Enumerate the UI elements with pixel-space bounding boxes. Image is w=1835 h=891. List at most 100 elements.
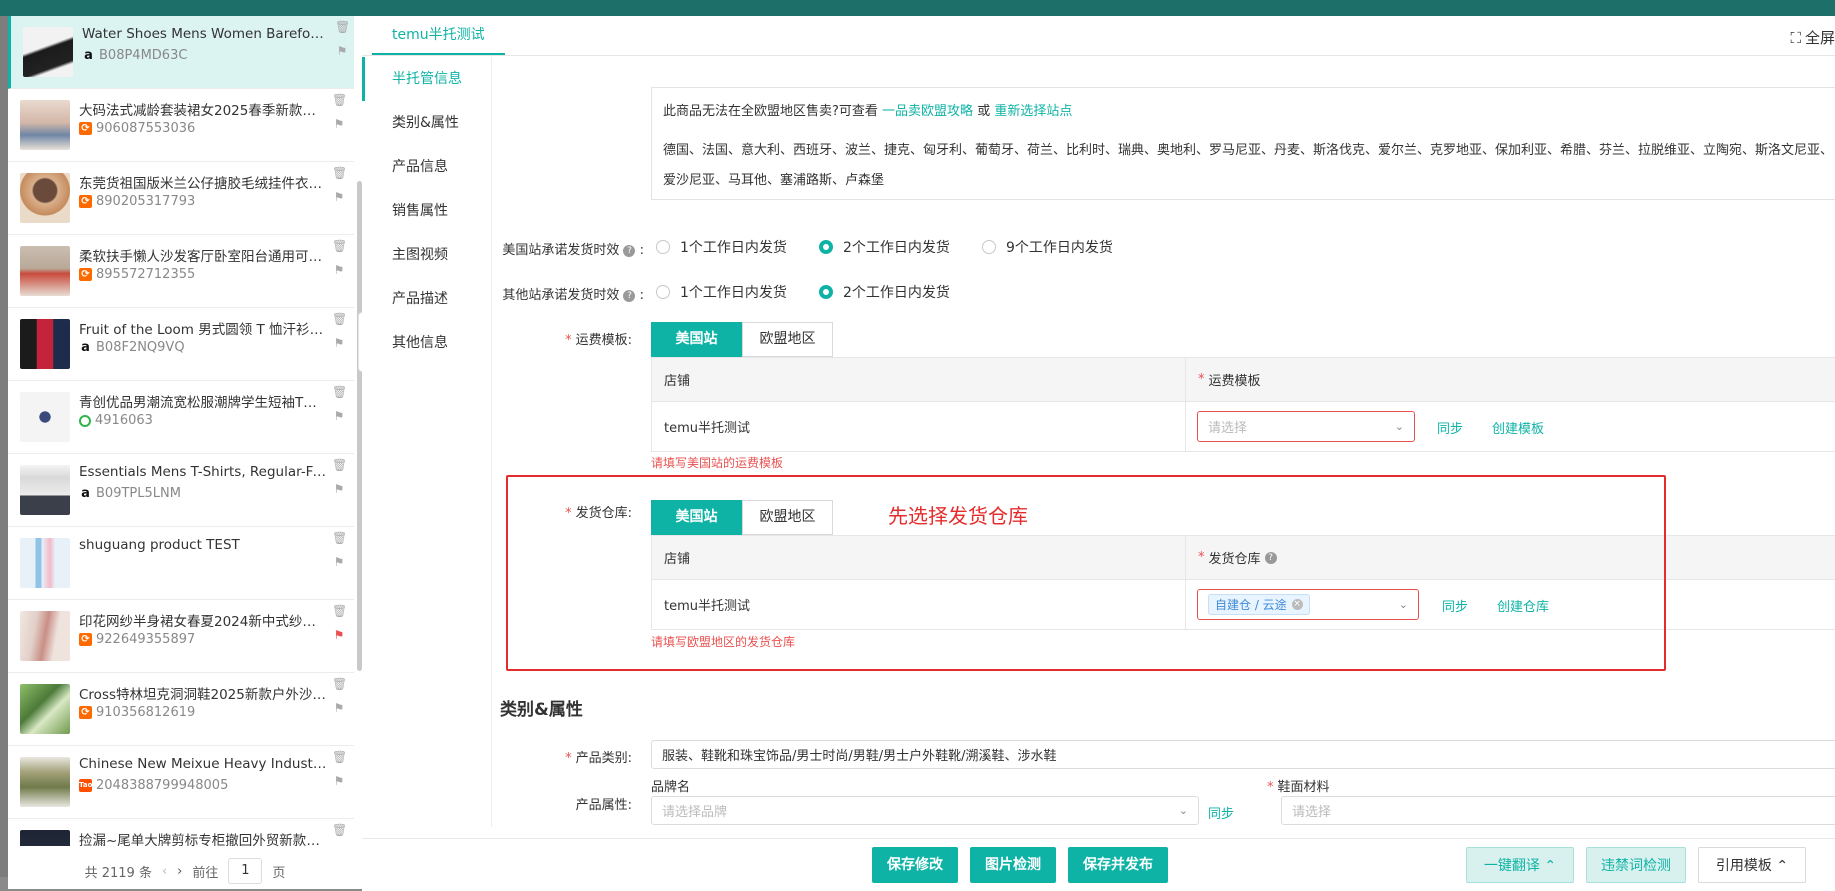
flag-icon[interactable]: ⚑	[332, 774, 346, 788]
flag-icon[interactable]: ⚑	[335, 44, 349, 58]
chevron-up-icon: ⌃	[1544, 858, 1557, 874]
flag-icon[interactable]: ⚑	[332, 555, 346, 569]
nav-item-other[interactable]: 其他信息	[362, 321, 492, 365]
product-thumbnail	[20, 757, 70, 807]
product-list-item[interactable]: 捡漏~尾单大牌剪标专柜撤回外贸新款韩版... 🗑	[8, 819, 354, 846]
category-input[interactable]: 服装、鞋靴和珠宝饰品/男士时尚/男鞋/男士户外鞋靴/溯溪鞋、涉水鞋	[651, 740, 1835, 769]
delete-icon[interactable]: 🗑	[332, 531, 347, 545]
prev-page-icon[interactable]: ‹	[162, 864, 167, 879]
tab-bar: temu半托测试 ⛶ 全屏	[362, 16, 1835, 56]
delete-icon[interactable]: 🗑	[335, 20, 350, 34]
product-title: 印花网纱半身裙女春夏2024新中式纱裙...	[79, 614, 327, 630]
option-label: 1个工作日内发货	[680, 285, 787, 301]
freight-sync-link[interactable]: 同步	[1437, 418, 1463, 437]
form-content: 此商品无法在全欧盟地区售卖?可查看 一品卖欧盟攻略 或 重新选择站点 德国、法国…	[492, 57, 1835, 847]
delete-icon[interactable]: 🗑	[332, 604, 347, 618]
us-ship-option-2[interactable]: 2个工作日内发货	[819, 237, 950, 257]
freight-template-select[interactable]: 请选择 ⌄	[1197, 411, 1415, 442]
other-ship-option-2[interactable]: 2个工作日内发货	[819, 282, 950, 302]
next-page-icon[interactable]: ›	[177, 864, 182, 879]
goto-label: 前往	[192, 865, 219, 881]
select-placeholder: 请选择	[1208, 421, 1248, 436]
banned-word-button[interactable]: 违禁词检测	[1586, 847, 1686, 883]
material-select[interactable]: 请选择	[1281, 796, 1835, 825]
product-list-item[interactable]: 东莞货祖国版米兰公仔搪胶毛绒挂件衣服... ⟳ 890205317793 🗑 ⚑	[8, 162, 354, 235]
tab-temu[interactable]: temu半托测试	[372, 16, 505, 55]
reselect-site-link[interactable]: 重新选择站点	[994, 104, 1072, 119]
brand-sync-link[interactable]: 同步	[1208, 803, 1234, 822]
delete-icon[interactable]: 🗑	[332, 750, 347, 764]
amazon-icon: a	[81, 340, 90, 355]
product-source-row: ⟳ 906087553036	[79, 121, 195, 136]
product-source-row: a B08P4MD63C	[82, 48, 187, 63]
nav-item-category[interactable]: 类别&属性	[362, 101, 492, 145]
delete-icon[interactable]: 🗑	[332, 239, 347, 253]
product-source-row: a B08F2NQ9VQ	[79, 340, 184, 355]
template-button[interactable]: 引用模板 ⌃	[1698, 847, 1806, 883]
freight-tab-eu[interactable]: 欧盟地区	[742, 322, 833, 357]
product-source-row: 4916063	[79, 413, 153, 428]
edit-panel: temu半托测试 ⛶ 全屏 半托管信息 类别&属性 产品信息 销售属性 主图视频…	[362, 16, 1835, 891]
delete-icon[interactable]: 🗑	[332, 385, 347, 399]
product-title: shuguang product TEST	[79, 537, 240, 553]
save-publish-button[interactable]: 保存并发布	[1068, 847, 1168, 883]
product-list-item[interactable]: 印花网纱半身裙女春夏2024新中式纱裙... ⟳ 922649355897 🗑 ⚑	[8, 600, 354, 673]
product-thumbnail	[20, 246, 70, 296]
brand-select[interactable]: 请选择品牌 ⌄	[651, 796, 1199, 825]
nav-item-description[interactable]: 产品描述	[362, 277, 492, 321]
product-list-item[interactable]: 青创优品男潮流宽松服潮牌学生短袖T恤... 4916063 🗑 ⚑	[8, 381, 354, 454]
product-list-item[interactable]: 大码法式减龄套装裙女2025春季新款小香风... ⟳ 906087553036 🗑…	[8, 89, 354, 162]
product-list-item[interactable]: Water Shoes Mens Women Barefoot Swim... …	[8, 16, 354, 89]
nav-item-semi-managed[interactable]: 半托管信息	[362, 57, 492, 101]
delete-icon[interactable]: 🗑	[332, 823, 347, 837]
image-check-button[interactable]: 图片检测	[970, 847, 1056, 883]
product-thumbnail	[20, 830, 70, 846]
save-button[interactable]: 保存修改	[872, 847, 958, 883]
1688-icon: ⟳	[79, 706, 92, 719]
translate-button[interactable]: 一键翻译 ⌃	[1466, 847, 1574, 883]
brand-label: 品牌名	[651, 780, 691, 795]
nav-item-media[interactable]: 主图视频	[362, 233, 492, 277]
product-list: Water Shoes Mens Women Barefoot Swim... …	[8, 16, 354, 846]
delete-icon[interactable]: 🗑	[332, 166, 347, 180]
help-icon[interactable]: ?	[623, 244, 636, 257]
product-list-item[interactable]: Fruit of the Loom 男式圆领 T 恤汗衫,吸湿... a B08F…	[8, 308, 354, 381]
attributes-label: 产品属性:	[575, 798, 632, 813]
product-source-row: Tao 2048388799948005	[79, 778, 228, 793]
delete-icon[interactable]: 🗑	[332, 312, 347, 326]
flag-icon[interactable]: ⚑	[332, 336, 346, 350]
flag-icon[interactable]: ⚑	[332, 117, 346, 131]
nav-item-sales-attr[interactable]: 销售属性	[362, 189, 492, 233]
page-unit: 页	[272, 865, 286, 881]
fullscreen-button[interactable]: ⛶ 全屏	[1790, 27, 1835, 48]
flag-icon[interactable]: ⚑	[332, 701, 346, 715]
page-input[interactable]: 1	[228, 858, 263, 884]
us-ship-option-9[interactable]: 9个工作日内发货	[982, 237, 1113, 257]
help-icon[interactable]: ?	[623, 289, 636, 302]
eu-notice-box: 此商品无法在全欧盟地区售卖?可查看 一品卖欧盟攻略 或 重新选择站点 德国、法国…	[651, 87, 1835, 200]
create-template-link[interactable]: 创建模板	[1492, 418, 1544, 437]
product-list-item[interactable]: Essentials Mens T-Shirts, Regular-Fit, S…	[8, 454, 354, 527]
product-list-item[interactable]: Chinese New Meixue Heavy Industry Fashio…	[8, 746, 354, 819]
option-label: 2个工作日内发货	[843, 240, 950, 256]
delete-icon[interactable]: 🗑	[332, 93, 347, 107]
product-title: 青创优品男潮流宽松服潮牌学生短袖T恤...	[79, 395, 327, 411]
delete-icon[interactable]: 🗑	[332, 458, 347, 472]
nav-item-product-info[interactable]: 产品信息	[362, 145, 492, 189]
product-list-item[interactable]: shuguang product TEST 🗑 ⚑	[8, 527, 354, 600]
option-label: 9个工作日内发货	[1006, 240, 1113, 256]
product-list-item[interactable]: 柔软扶手懒人沙发客厅卧室阳台通用可拆... ⟳ 895572712355 🗑 ⚑	[8, 235, 354, 308]
flag-icon[interactable]: ⚑	[332, 190, 346, 204]
product-list-item[interactable]: Cross特林坦克洞洞鞋2025新款户外沙滩... ⟳ 910356812619 …	[8, 673, 354, 746]
us-ship-option-1[interactable]: 1个工作日内发货	[656, 237, 787, 257]
freight-tab-us[interactable]: 美国站	[651, 322, 742, 357]
material-placeholder: 请选择	[1292, 805, 1332, 820]
flag-icon[interactable]: ⚑	[332, 482, 346, 496]
other-ship-option-1[interactable]: 1个工作日内发货	[656, 282, 787, 302]
flag-icon[interactable]: ⚑	[332, 263, 346, 277]
flag-icon[interactable]: ⚑	[332, 628, 346, 642]
eu-guide-link[interactable]: 一品卖欧盟攻略	[882, 104, 973, 119]
product-thumbnail	[20, 392, 70, 442]
delete-icon[interactable]: 🗑	[332, 677, 347, 691]
flag-icon[interactable]: ⚑	[332, 409, 346, 423]
